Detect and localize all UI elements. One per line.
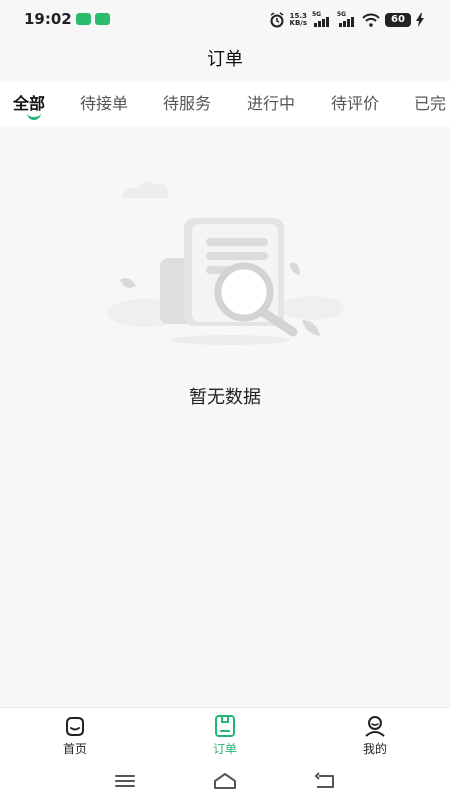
back-icon[interactable] — [311, 769, 339, 793]
nav-profile-label: 我的 — [362, 742, 387, 756]
charging-icon — [416, 13, 424, 27]
tab-completed[interactable]: 已完 — [414, 82, 446, 126]
nav-home[interactable]: 首页 — [35, 708, 115, 766]
page-title: 订单 — [207, 49, 243, 70]
alarm-icon — [270, 12, 284, 28]
tab-pending-service[interactable]: 待服务 — [163, 82, 211, 126]
home-button-icon[interactable] — [211, 769, 239, 793]
tab-in-progress[interactable]: 进行中 — [247, 82, 295, 126]
status-bar: 19:02 15.3 KB/s 5G 5G 60 — [0, 0, 450, 38]
nav-profile[interactable]: 我的 — [335, 708, 415, 766]
wifi-icon — [362, 13, 380, 27]
bottom-navigation: 首页 订单 我的 — [0, 707, 450, 765]
home-icon — [66, 717, 84, 736]
signal-icon: 5G — [312, 11, 332, 29]
wechat-notification-icon — [76, 13, 91, 25]
tab-pending-accept[interactable]: 待接单 — [80, 82, 128, 126]
tab-pending-review[interactable]: 待评价 — [331, 82, 379, 126]
menu-icon[interactable] — [111, 769, 139, 793]
tab-all[interactable]: 全部 — [13, 82, 45, 126]
system-navigation-bar — [0, 765, 450, 800]
nav-home-label: 首页 — [62, 742, 87, 756]
empty-data-illustration — [107, 181, 344, 345]
page-header: 订单 — [0, 38, 450, 82]
app-notification-icon — [95, 13, 110, 25]
nav-orders-label: 订单 — [212, 742, 237, 756]
network-speed: 15.3 KB/s — [290, 13, 307, 27]
profile-icon — [365, 716, 385, 737]
order-status-tabs: 全部 待接单 待服务 进行中 待评价 已完 — [0, 82, 450, 126]
status-indicators: 15.3 KB/s 5G 5G 60 — [269, 10, 424, 30]
status-time: 19:02 — [24, 10, 72, 28]
order-icon — [215, 715, 235, 737]
battery-icon: 60 — [385, 13, 411, 27]
empty-state-message: 暂无数据 — [189, 387, 261, 408]
signal-icon: 5G — [337, 11, 357, 29]
network-speed-unit: KB/s — [289, 19, 307, 27]
nav-orders[interactable]: 订单 — [185, 708, 265, 766]
